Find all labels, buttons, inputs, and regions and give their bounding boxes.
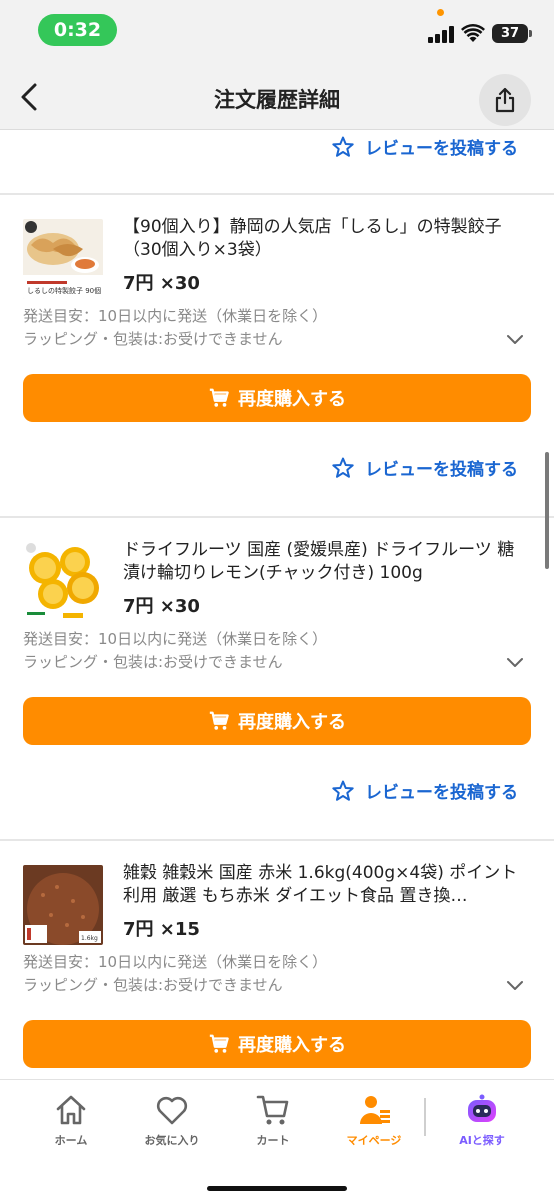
rebuy-label: 再度購入する	[238, 712, 346, 733]
product-title[interactable]: ドライフルーツ 国産 (愛媛県産) ドライフルーツ 糖漬け輪切りレモン(チャック…	[123, 539, 528, 585]
review-link[interactable]: レビューを投稿する	[331, 455, 518, 480]
tab-label: カート	[256, 1134, 290, 1147]
battery-level: 37	[500, 26, 520, 41]
product-title[interactable]: 【90個入り】静岡の人気店「しるし」の特製餃子（30個入り×3袋）	[123, 216, 528, 262]
thumb-label: しるしの特製餃子 90個	[27, 286, 101, 295]
product-price: 7円 ×15	[123, 919, 200, 940]
chevron-down-icon[interactable]	[505, 975, 525, 995]
header: 注文履歴詳細	[0, 62, 554, 130]
tab-label: お気に入り	[144, 1134, 200, 1147]
thumb-label: 1.6kg	[81, 935, 98, 942]
home-indicator	[207, 1186, 347, 1191]
product-price: 7円 ×30	[123, 596, 200, 617]
privacy-indicator-dot	[437, 9, 444, 16]
tab-mypage[interactable]: マイページ	[329, 1092, 419, 1148]
cart-icon	[209, 388, 229, 407]
mypage-icon	[360, 1096, 390, 1124]
product-thumbnail-lemon[interactable]	[23, 542, 103, 622]
product-title[interactable]: 雑穀 雑穀米 国産 赤米 1.6kg(400g×4袋) ポイント利用 厳選 もち…	[123, 862, 528, 908]
product-thumbnail-gyoza[interactable]: しるしの特製餃子 90個	[23, 219, 103, 299]
star-icon	[332, 780, 354, 801]
chevron-down-icon[interactable]	[505, 652, 525, 672]
tab-ai-search[interactable]: AIと探す	[437, 1092, 527, 1148]
heart-icon	[156, 1096, 188, 1125]
order-item: 1.6kg 雑穀 雑穀米 国産 赤米 1.6kg(400g×4袋) ポイント利用…	[0, 841, 554, 1079]
wrapping-info: ラッピング・包装は:お受けできません	[23, 653, 283, 671]
tab-divider	[424, 1098, 426, 1136]
order-item: ドライフルーツ 国産 (愛媛県産) ドライフルーツ 糖漬け輪切りレモン(チャック…	[0, 518, 554, 818]
review-link[interactable]: レビューを投稿する	[331, 778, 518, 803]
review-link-label: レビューを投稿する	[365, 139, 518, 159]
home-icon	[56, 1095, 86, 1125]
tab-favorites[interactable]: お気に入り	[127, 1092, 217, 1148]
cart-icon	[256, 1095, 289, 1125]
product-price: 7円 ×30	[123, 273, 200, 294]
share-icon	[495, 87, 515, 113]
lemon-image	[23, 542, 103, 622]
tab-home[interactable]: ホーム	[26, 1092, 116, 1148]
scrollbar[interactable]	[545, 452, 549, 569]
rebuy-label: 再度購入する	[238, 1035, 346, 1056]
wrapping-info: ラッピング・包装は:お受けできません	[23, 976, 283, 994]
review-link-label: レビューを投稿する	[365, 783, 518, 803]
page-title: 注文履歴詳細	[214, 88, 340, 112]
review-link[interactable]: レビューを投稿する	[331, 134, 518, 159]
review-link-label: レビューを投稿する	[365, 460, 518, 480]
product-thumbnail-red-rice[interactable]: 1.6kg	[23, 865, 103, 945]
rebuy-button[interactable]: 再度購入する	[23, 374, 531, 422]
rebuy-label: 再度購入する	[238, 389, 346, 410]
time-pill[interactable]: 0:32	[38, 14, 117, 46]
chevron-down-icon[interactable]	[505, 329, 525, 349]
wifi-icon	[461, 24, 485, 42]
shipping-estimate: 発送目安：10日以内に発送（休業日を除く）	[23, 953, 328, 971]
wrapping-info: ラッピング・包装は:お受けできません	[23, 330, 283, 348]
cart-icon	[209, 1034, 229, 1053]
shipping-estimate: 発送目安：10日以内に発送（休業日を除く）	[23, 630, 328, 648]
bottom-tab-bar: ホーム お気に入り カート マイページ AIと探す	[0, 1079, 554, 1199]
battery-tip	[529, 30, 532, 37]
tab-label: ホーム	[54, 1134, 88, 1147]
order-detail-content: レビューを投稿する しるしの特製餃子 90個 【90個入り】静岡の人気店「しるし…	[0, 131, 554, 1079]
tab-label: マイページ	[346, 1134, 402, 1147]
star-icon	[332, 136, 354, 157]
cart-icon	[209, 711, 229, 730]
rebuy-button[interactable]: 再度購入する	[23, 697, 531, 745]
battery-icon: 37	[492, 24, 528, 43]
gyoza-image: しるしの特製餃子 90個	[23, 219, 103, 299]
signal-icon	[428, 26, 456, 43]
status-bar: 0:32 37	[0, 0, 554, 62]
tab-cart[interactable]: カート	[228, 1092, 318, 1148]
tab-label: AIと探す	[459, 1134, 505, 1147]
rebuy-button[interactable]: 再度購入する	[23, 1020, 531, 1068]
order-item: しるしの特製餃子 90個 【90個入り】静岡の人気店「しるし」の特製餃子（30個…	[0, 195, 554, 495]
ai-robot-icon	[468, 1094, 496, 1122]
status-time: 0:32	[53, 19, 102, 41]
shipping-estimate: 発送目安：10日以内に発送（休業日を除く）	[23, 307, 328, 325]
red-rice-image: 1.6kg	[23, 865, 103, 945]
share-button[interactable]	[479, 74, 531, 126]
star-icon	[332, 457, 354, 478]
